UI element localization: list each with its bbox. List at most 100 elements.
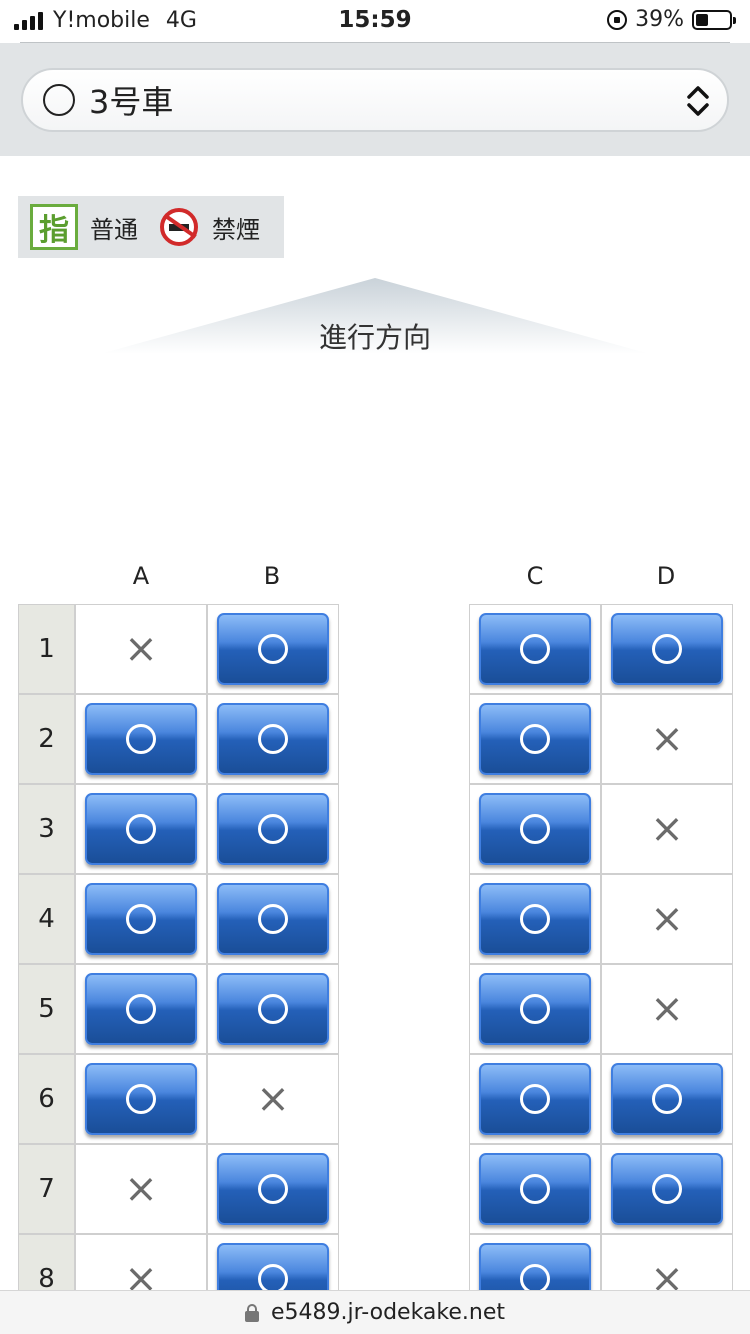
seat-cell-7b (207, 1144, 339, 1234)
url-domain: e5489.jr-odekake.net (271, 1300, 505, 1325)
seat-cell-2d: × (601, 694, 733, 784)
row-number: 5 (18, 964, 75, 1054)
circle-icon (258, 994, 288, 1024)
car-selector-band: 3号車 (0, 43, 750, 156)
unavailable-seat-mark: × (124, 626, 158, 672)
seat-cell-1c (469, 604, 601, 694)
available-seat-button[interactable] (85, 703, 197, 775)
direction-label: 進行方向 (318, 321, 431, 354)
battery-icon (692, 9, 736, 30)
circle-icon (652, 1084, 682, 1114)
seat-cell-4a (75, 874, 207, 964)
nonsmoking-label: 禁煙 (212, 215, 260, 244)
status-bar: Y!mobile 4G 15:59 39% (0, 0, 750, 42)
circle-icon (126, 1084, 156, 1114)
column-header-a: A (132, 562, 150, 590)
seat-cell-3d: × (601, 784, 733, 874)
circle-icon (520, 634, 550, 664)
available-seat-button[interactable] (217, 613, 329, 685)
available-seat-button[interactable] (217, 883, 329, 955)
no-smoking-icon (160, 208, 198, 246)
circle-icon (652, 1174, 682, 1204)
column-header-c: C (526, 562, 544, 590)
seat-cell-6c (469, 1054, 601, 1144)
column-header-b: B (263, 562, 281, 590)
seat-cell-2a (75, 694, 207, 784)
circle-icon (520, 994, 550, 1024)
unavailable-seat-mark: × (650, 806, 684, 852)
circle-icon (43, 84, 75, 116)
circle-icon (258, 724, 288, 754)
seat-cell-6d (601, 1054, 733, 1144)
available-seat-button[interactable] (479, 703, 591, 775)
up-down-chevron-icon (687, 86, 709, 116)
row-number: 4 (18, 874, 75, 964)
circle-icon (258, 1174, 288, 1204)
unavailable-seat-mark: × (650, 896, 684, 942)
circle-icon (258, 634, 288, 664)
available-seat-button[interactable] (217, 703, 329, 775)
circle-icon (520, 814, 550, 844)
circle-icon (126, 724, 156, 754)
seat-cell-3b (207, 784, 339, 874)
car-select-dropdown[interactable]: 3号車 (21, 68, 729, 132)
circle-icon (258, 904, 288, 934)
available-seat-button[interactable] (611, 1063, 723, 1135)
seat-cell-7c (469, 1144, 601, 1234)
car-select-value: 3号車 (89, 83, 174, 121)
unavailable-seat-mark: × (650, 986, 684, 1032)
seat-cell-5d: × (601, 964, 733, 1054)
row-number: 3 (18, 784, 75, 874)
row-number: 6 (18, 1054, 75, 1144)
reserved-seat-icon: 指 (30, 204, 78, 250)
seat-cell-7a: × (75, 1144, 207, 1234)
url-bar[interactable]: e5489.jr-odekake.net (0, 1290, 750, 1334)
available-seat-button[interactable] (85, 1063, 197, 1135)
seat-cell-5c (469, 964, 601, 1054)
battery-percent: 39% (635, 7, 684, 32)
seat-cell-1b (207, 604, 339, 694)
unavailable-seat-mark: × (650, 716, 684, 762)
seat-legend: 指 普通 禁煙 (18, 196, 284, 258)
column-header-d: D (656, 562, 676, 590)
reserved-label: 普通 (90, 215, 138, 244)
available-seat-button[interactable] (479, 973, 591, 1045)
seat-cell-2c (469, 694, 601, 784)
available-seat-button[interactable] (479, 793, 591, 865)
seat-cell-7d (601, 1144, 733, 1234)
circle-icon (520, 1084, 550, 1114)
seat-cell-2b (207, 694, 339, 784)
available-seat-button[interactable] (217, 1153, 329, 1225)
circle-icon (258, 814, 288, 844)
seat-cell-5b (207, 964, 339, 1054)
orientation-lock-icon (607, 9, 628, 30)
row-number: 7 (18, 1144, 75, 1234)
circle-icon (520, 1174, 550, 1204)
seat-cell-3a (75, 784, 207, 874)
seat-cell-3c (469, 784, 601, 874)
available-seat-button[interactable] (479, 1063, 591, 1135)
seat-cell-6a (75, 1054, 207, 1144)
row-number: 2 (18, 694, 75, 784)
circle-icon (126, 994, 156, 1024)
available-seat-button[interactable] (85, 883, 197, 955)
available-seat-button[interactable] (479, 1153, 591, 1225)
circle-icon (520, 724, 550, 754)
seat-cell-1a: × (75, 604, 207, 694)
status-right: 39% (607, 7, 736, 32)
available-seat-button[interactable] (479, 613, 591, 685)
available-seat-button[interactable] (85, 793, 197, 865)
row-number: 1 (18, 604, 75, 694)
circle-icon (126, 814, 156, 844)
available-seat-button[interactable] (479, 883, 591, 955)
seat-cell-1d (601, 604, 733, 694)
lock-icon (245, 1303, 259, 1322)
available-seat-button[interactable] (611, 1153, 723, 1225)
available-seat-button[interactable] (611, 613, 723, 685)
available-seat-button[interactable] (85, 973, 197, 1045)
available-seat-button[interactable] (217, 973, 329, 1045)
circle-icon (126, 904, 156, 934)
seat-cell-4b (207, 874, 339, 964)
available-seat-button[interactable] (217, 793, 329, 865)
seat-cell-4d: × (601, 874, 733, 964)
